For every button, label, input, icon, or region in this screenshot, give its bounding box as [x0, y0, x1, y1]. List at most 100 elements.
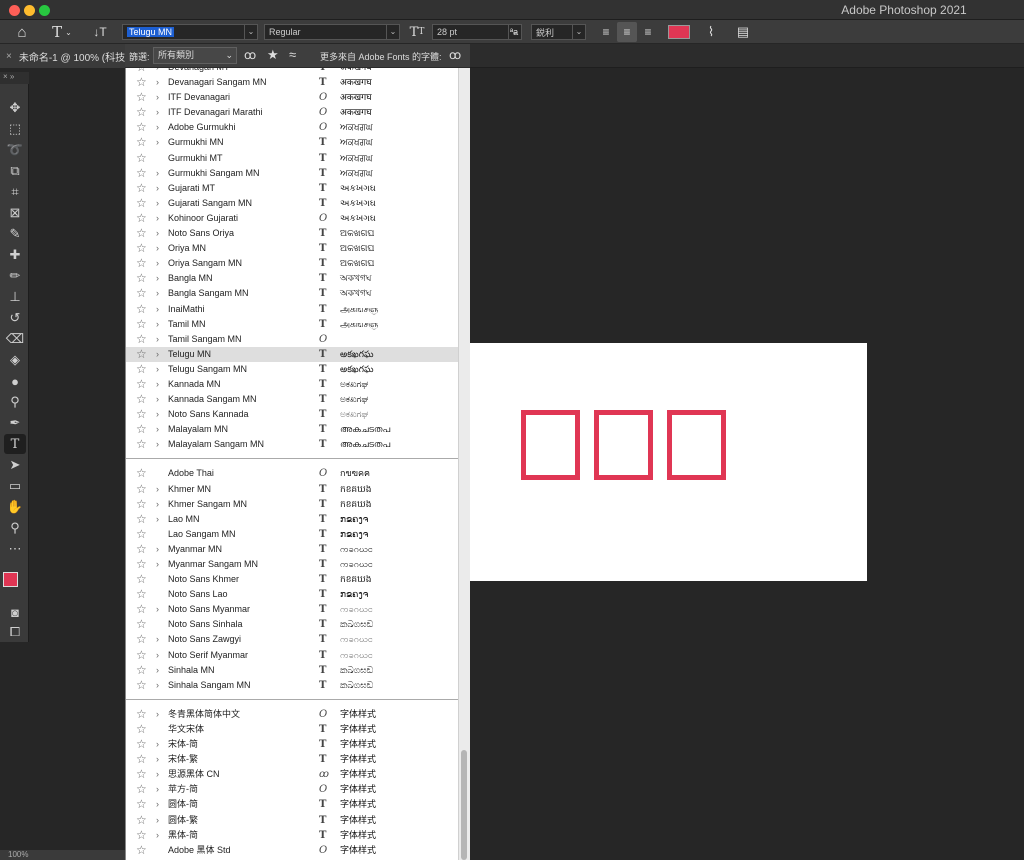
star-icon[interactable]: ☆ [136, 407, 147, 422]
chevron-right-icon[interactable]: › [156, 120, 159, 135]
font-list-item[interactable]: ☆ › Malayalam MN T അകചടതപ [126, 422, 458, 437]
font-list-item[interactable]: ☆ › Noto Serif Myanmar T ကခဂဃင [126, 648, 458, 663]
star-icon[interactable]: ☆ [136, 226, 147, 241]
blur-tool-icon[interactable]: ● [4, 371, 26, 391]
chevron-right-icon[interactable]: › [156, 226, 159, 241]
font-list-item[interactable]: ☆ › Tamil MN T அகஙசஞ [126, 317, 458, 332]
star-icon[interactable]: ☆ [136, 120, 147, 135]
font-list-item[interactable]: ☆ › Myanmar MN T ကခဂဃင [126, 542, 458, 557]
font-list-item[interactable]: ☆ › 圆体-简 T 字体样式 [126, 797, 458, 812]
chevron-right-icon[interactable]: › [156, 422, 159, 437]
star-icon[interactable]: ☆ [136, 392, 147, 407]
star-icon[interactable]: ☆ [136, 663, 147, 678]
chevron-right-icon[interactable]: › [156, 90, 159, 105]
healing-brush-tool-icon[interactable]: ✚ [4, 245, 26, 265]
move-tool-icon[interactable]: ✥ [4, 98, 26, 118]
font-list-item[interactable]: ☆ › Noto Sans Myanmar T ကခဂဃင [126, 602, 458, 617]
star-icon[interactable]: ☆ [136, 286, 147, 301]
star-icon[interactable]: ☆ [136, 75, 147, 90]
font-list-item[interactable]: ☆ › Khmer MN T កខគឃង [126, 482, 458, 497]
text-color-swatch[interactable] [668, 25, 690, 39]
chevron-right-icon[interactable]: › [156, 181, 159, 196]
font-style-select[interactable]: Regular ⌄ [264, 24, 400, 40]
star-icon[interactable]: ☆ [136, 437, 147, 452]
chevron-right-icon[interactable]: › [156, 557, 159, 572]
star-icon[interactable]: ☆ [136, 362, 147, 377]
font-list-item[interactable]: ☆ › Bangla MN T অকখগঘ [126, 271, 458, 286]
type-tool-preset-picker[interactable]: T ⌄ [48, 22, 76, 42]
star-icon[interactable]: ☆ [136, 737, 147, 752]
star-icon[interactable]: ☆ [136, 512, 147, 527]
foreground-color-swatch[interactable] [3, 572, 18, 587]
font-list-item[interactable]: ☆ › Gujarati Sangam MN T અકખગઘ [126, 196, 458, 211]
chevron-down-icon[interactable]: ⌄ [244, 25, 257, 39]
font-list-item[interactable]: ☆ › Kannada MN T ಅಕಖಗಘ [126, 377, 458, 392]
font-list-item[interactable]: ☆ Lao Sangam MN T ກຂຄງຈ [126, 527, 458, 542]
star-icon[interactable]: ☆ [136, 572, 147, 587]
font-list-item[interactable]: ☆ › ITF Devanagari O अकखगघ [126, 90, 458, 105]
dodge-tool-icon[interactable]: ⚲ [4, 392, 26, 412]
chevron-right-icon[interactable]: › [156, 256, 159, 271]
type-tool-icon[interactable]: T [4, 434, 26, 454]
chevron-right-icon[interactable]: › [156, 271, 159, 286]
chevron-right-icon[interactable]: › [156, 241, 159, 256]
font-list-item[interactable]: ☆ › Adobe Gurmukhi O ਅਕਖਗਘ [126, 120, 458, 135]
chevron-right-icon[interactable]: › [156, 828, 159, 843]
more-tools-icon[interactable]: ⋯ [4, 539, 26, 559]
font-list-item[interactable]: ☆ › Khmer Sangam MN T កខគឃង [126, 497, 458, 512]
chevron-right-icon[interactable]: › [156, 707, 159, 722]
align-right-icon[interactable]: ≡ [639, 22, 657, 42]
anti-alias-select[interactable]: 鋭利 ⌄ [531, 24, 586, 40]
font-list-item[interactable]: ☆ › InaiMathi T அகஙசஞ [126, 302, 458, 317]
zoom-tool-icon[interactable]: ⚲ [4, 518, 26, 538]
font-list-item[interactable]: ☆ › Lao MN T ກຂຄງຈ [126, 512, 458, 527]
star-icon[interactable]: ☆ [136, 302, 147, 317]
font-list-item[interactable]: ☆ › Devanagari Sangam MN T अकखगघ [126, 75, 458, 90]
font-list-scroll-thumb[interactable] [461, 750, 467, 860]
font-list-item[interactable]: ☆ › Noto Sans Oriya T ଅକଖଗଘ [126, 226, 458, 241]
paint-bucket-tool-icon[interactable]: ◈ [4, 350, 26, 370]
chevron-right-icon[interactable]: › [156, 166, 159, 181]
chevron-right-icon[interactable]: › [156, 332, 159, 347]
home-icon[interactable]: ⌂ [10, 22, 34, 42]
font-list-item[interactable]: ☆ › 苹方-简 O 字体样式 [126, 782, 458, 797]
chevron-right-icon[interactable]: › [156, 302, 159, 317]
chevron-right-icon[interactable]: › [156, 437, 159, 452]
star-icon[interactable]: ☆ [136, 377, 147, 392]
close-tab-icon[interactable]: × [6, 51, 12, 62]
font-list-item[interactable]: ☆ Noto Sans Sinhala T කඛගඝඞ [126, 617, 458, 632]
chevron-right-icon[interactable]: › [156, 602, 159, 617]
star-icon[interactable]: ☆ [136, 557, 147, 572]
eraser-tool-icon[interactable]: ⌫ [4, 329, 26, 349]
star-icon[interactable]: ☆ [136, 767, 147, 782]
font-list-item[interactable]: ☆ › 冬青黑体简体中文 O 字体样式 [126, 707, 458, 722]
star-icon[interactable]: ☆ [136, 211, 147, 226]
chevron-right-icon[interactable]: › [156, 663, 159, 678]
chevron-right-icon[interactable]: › [156, 317, 159, 332]
font-list-item[interactable]: ☆ › Noto Sans Kannada T ಅಕಖಗಘ [126, 407, 458, 422]
font-list-item[interactable]: ☆ › Malayalam Sangam MN T അകചടതപ [126, 437, 458, 452]
lasso-tool-icon[interactable]: ➰ [4, 140, 26, 160]
path-selection-tool-icon[interactable]: ➤ [4, 455, 26, 475]
star-icon[interactable]: ☆ [136, 542, 147, 557]
star-icon[interactable]: ☆ [136, 422, 147, 437]
text-orientation-toggle-icon[interactable]: ↓T [88, 22, 112, 42]
font-list-item[interactable]: ☆ › Telugu MN T అకఖగఘ [126, 346, 458, 362]
chevron-down-icon[interactable]: ⌄ [572, 25, 585, 39]
font-list-item[interactable]: ☆ Adobe Thai O กขฃคฅ [126, 466, 458, 481]
font-list-item[interactable]: ☆ › Sinhala MN T කඛගඝඞ [126, 663, 458, 678]
star-icon[interactable]: ☆ [136, 317, 147, 332]
star-icon[interactable]: ☆ [136, 797, 147, 812]
character-panel-icon[interactable]: ▤ [732, 22, 754, 42]
font-list-item[interactable]: ☆ Gurmukhi MT T ਅਕਖਗਘ [126, 151, 458, 166]
font-list-item[interactable]: ☆ › Oriya Sangam MN T ଅକଖଗଘ [126, 256, 458, 271]
chevron-right-icon[interactable]: › [156, 196, 159, 211]
star-icon[interactable]: ☆ [136, 271, 147, 286]
font-family-input[interactable]: Telugu MN ⌄ [122, 24, 258, 40]
chevron-right-icon[interactable]: › [156, 68, 159, 75]
screen-mode-icon[interactable]: ⧠ [4, 622, 26, 642]
star-icon[interactable]: ☆ [136, 707, 147, 722]
document-tab[interactable]: × 未命名-1 @ 100% (科技 [0, 44, 125, 68]
chevron-right-icon[interactable]: › [156, 377, 159, 392]
chevron-right-icon[interactable]: › [156, 362, 159, 377]
